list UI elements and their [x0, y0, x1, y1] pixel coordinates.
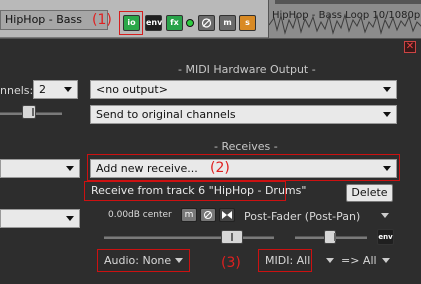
dropdown-arrow-icon[interactable]: [382, 258, 390, 263]
receive-pan-slider-knob[interactable]: [324, 230, 336, 244]
receive-track-label: Receive from track 6 "HipHop - Drums": [91, 184, 307, 197]
mute-icon: m: [184, 210, 194, 220]
channels-value: 2: [39, 83, 46, 96]
receive-mode-label[interactable]: Post-Fader (Post-Pan): [244, 210, 360, 223]
volume-pan-readout: 0.00dB center: [108, 210, 172, 220]
annotation-1: (1): [92, 12, 112, 28]
annotation-3: (3): [221, 255, 241, 271]
midi-send-mode-value: Send to original channels: [96, 108, 236, 121]
phase-button[interactable]: [198, 15, 215, 31]
solo-button[interactable]: s: [239, 15, 256, 31]
mute-receive-button[interactable]: m: [181, 208, 197, 222]
midi-output-select[interactable]: <no output>: [90, 80, 397, 99]
add-receive-value: Add new receive...: [96, 162, 198, 175]
dropdown-arrow-icon: [383, 112, 391, 117]
receive-volume-slider-track[interactable]: [104, 236, 274, 239]
mute-button[interactable]: m: [219, 15, 236, 31]
master-send-slider-knob[interactable]: [22, 105, 36, 119]
channels-label: nnels:: [0, 84, 34, 97]
phase-receive-button[interactable]: [200, 208, 216, 222]
midi-send-mode-select[interactable]: Send to original channels: [90, 105, 397, 124]
receives-heading: - Receives -: [214, 140, 278, 153]
receive-volume-slider-knob[interactable]: [221, 230, 243, 244]
record-arm-icon[interactable]: [186, 19, 194, 27]
io-button[interactable]: io: [123, 15, 140, 31]
fx-button[interactable]: fx: [166, 15, 183, 31]
audio-routing-label[interactable]: Audio: None: [104, 254, 171, 267]
envelope-button[interactable]: env: [145, 15, 162, 31]
dropdown-arrow-icon: [64, 87, 72, 92]
midi-destination-label[interactable]: => All: [341, 254, 377, 267]
phase-icon: [204, 211, 212, 219]
left-partial-select-2[interactable]: [0, 209, 80, 228]
left-partial-select[interactable]: [0, 159, 80, 178]
mono-icon: [222, 211, 232, 219]
receive-envelope-button[interactable]: env: [377, 229, 394, 245]
dropdown-arrow-icon: [383, 166, 391, 171]
dropdown-arrow-icon: [383, 87, 391, 92]
waveform-item[interactable]: HipHop - Bass Loop 10/1080p...: [268, 0, 421, 38]
dropdown-arrow-icon[interactable]: [326, 258, 334, 263]
dropdown-arrow-icon[interactable]: [175, 258, 183, 263]
mono-receive-button[interactable]: [219, 208, 235, 222]
midi-hardware-heading: - MIDI Hardware Output -: [178, 63, 316, 76]
delete-button[interactable]: Delete: [346, 184, 393, 202]
waveform-icon: [269, 13, 421, 35]
dropdown-arrow-icon: [66, 216, 74, 221]
midi-output-value: <no output>: [96, 83, 168, 96]
dropdown-arrow-icon: [66, 166, 74, 171]
close-icon[interactable]: ✕: [404, 41, 416, 53]
annotation-2: (2): [210, 160, 230, 176]
channels-select[interactable]: 2: [33, 80, 78, 99]
dropdown-arrow-icon[interactable]: [381, 213, 389, 218]
phase-icon: [201, 18, 212, 28]
midi-routing-label[interactable]: MIDI: All: [265, 254, 310, 267]
add-receive-select[interactable]: Add new receive...: [90, 159, 397, 178]
